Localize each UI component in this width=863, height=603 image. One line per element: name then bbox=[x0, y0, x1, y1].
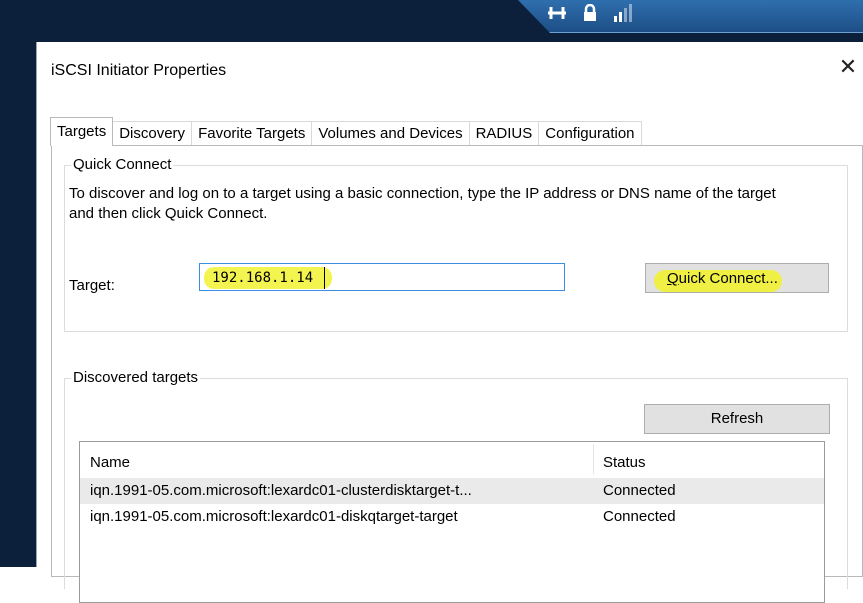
target-label: Target: bbox=[69, 277, 115, 294]
dialog-title: iSCSI Initiator Properties bbox=[51, 62, 227, 79]
quick-connect-button-label[interactable]: Quick Connect... bbox=[667, 267, 778, 291]
table-row[interactable]: iqn.1991-05.com.microsoft:lexardc01-disk… bbox=[80, 504, 824, 530]
target-status: Connected bbox=[603, 482, 676, 499]
text-caret bbox=[324, 267, 325, 289]
lock-icon[interactable] bbox=[582, 3, 598, 27]
target-name: iqn.1991-05.com.microsoft:lexardc01-clus… bbox=[90, 482, 472, 499]
targets-tab-panel: Quick Connect To discover and log on to … bbox=[51, 145, 863, 603]
iscsi-initiator-dialog: iSCSI Initiator Properties ✕ Targets Dis… bbox=[36, 42, 863, 603]
table-row[interactable]: iqn.1991-05.com.microsoft:lexardc01-clus… bbox=[80, 478, 824, 504]
column-separator[interactable] bbox=[593, 444, 594, 474]
tab-targets[interactable]: Targets bbox=[50, 117, 114, 146]
close-icon[interactable]: ✕ bbox=[836, 56, 860, 80]
discovered-targets-group-label: Discovered targets bbox=[71, 369, 201, 386]
target-input-value[interactable]: 192.168.1.14 bbox=[212, 268, 313, 288]
column-header-name[interactable]: Name bbox=[90, 454, 590, 471]
target-status: Connected bbox=[603, 508, 676, 525]
tab-radius[interactable]: RADIUS bbox=[468, 121, 540, 146]
desktop-background-left bbox=[0, 0, 36, 567]
tab-configuration[interactable]: Configuration bbox=[538, 121, 642, 146]
tab-discovery[interactable]: Discovery bbox=[112, 121, 193, 146]
list-header: Name Status bbox=[80, 442, 824, 478]
system-tray bbox=[546, 3, 634, 27]
tab-favorite-targets[interactable]: Favorite Targets bbox=[191, 121, 313, 146]
tab-volumes-and-devices[interactable]: Volumes and Devices bbox=[311, 121, 470, 146]
refresh-button[interactable]: Refresh bbox=[644, 404, 830, 434]
discovered-targets-list[interactable]: Name Status iqn.1991-05.com.microsoft:le… bbox=[79, 441, 825, 603]
tab-strip: Targets Discovery Favorite Targets Volum… bbox=[50, 116, 642, 146]
quick-connect-group-label: Quick Connect bbox=[71, 156, 174, 173]
network-icon[interactable] bbox=[546, 4, 568, 27]
signal-icon[interactable] bbox=[612, 4, 634, 22]
column-header-status[interactable]: Status bbox=[603, 454, 803, 471]
accelerator-key: Q bbox=[667, 270, 679, 287]
quick-connect-label-rest: uick Connect... bbox=[678, 270, 778, 287]
target-name: iqn.1991-05.com.microsoft:lexardc01-disk… bbox=[90, 508, 458, 525]
quick-connect-description: To discover and log on to a target using… bbox=[69, 185, 776, 222]
